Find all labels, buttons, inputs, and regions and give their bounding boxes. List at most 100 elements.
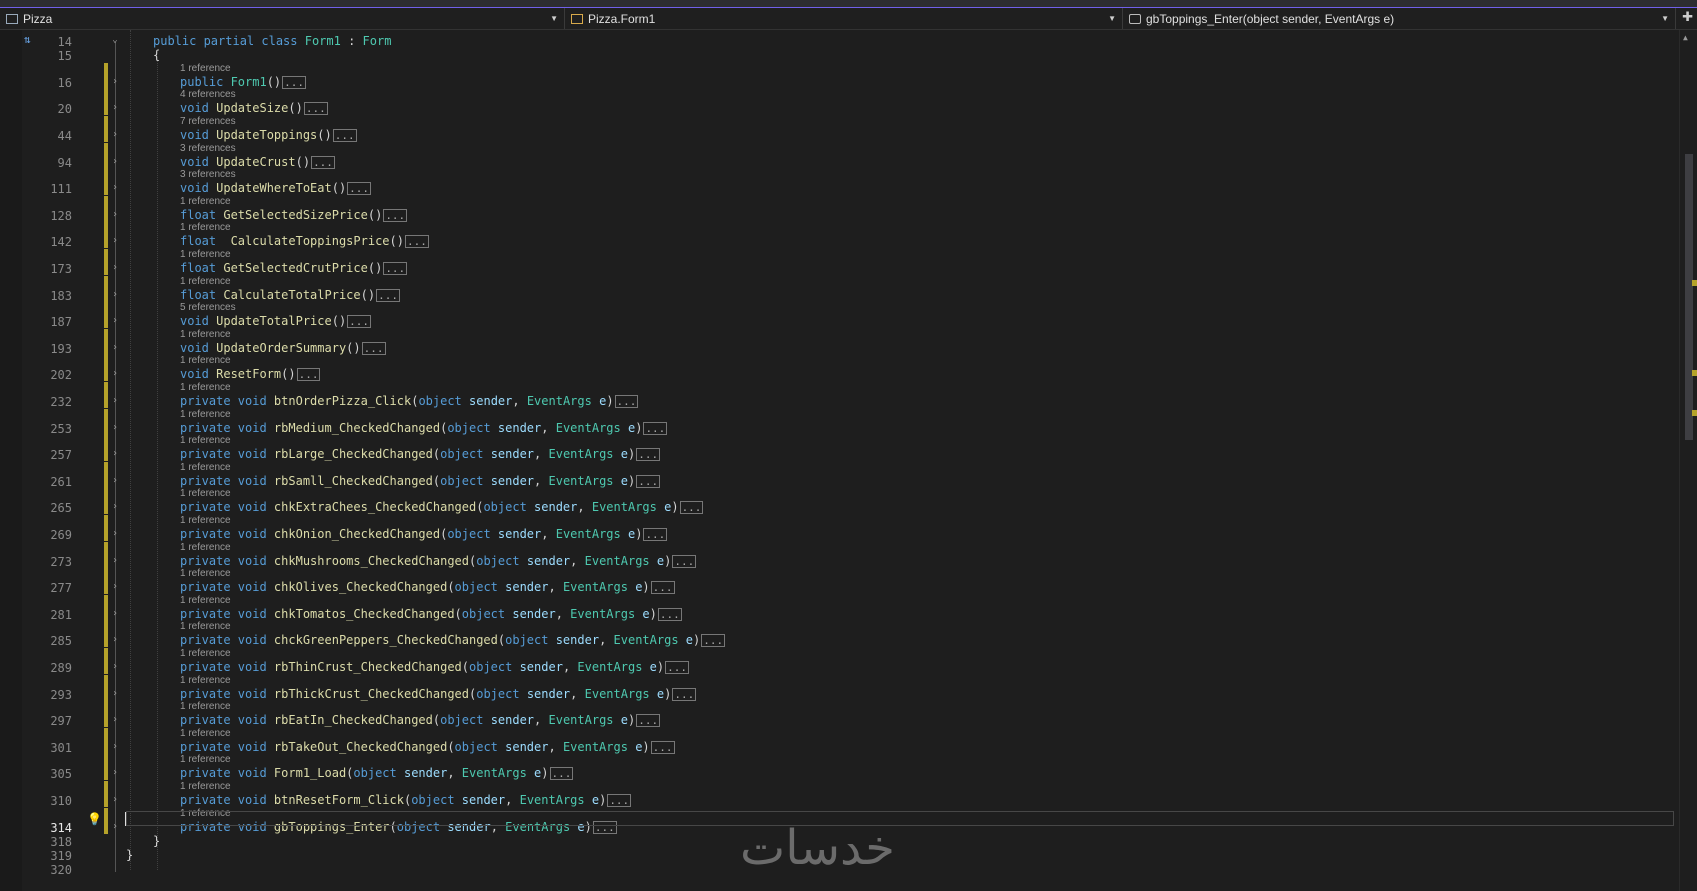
outline-collapsed-icon[interactable]: › (110, 661, 120, 672)
collapsed-region-marker[interactable]: ... (361, 341, 386, 355)
codelens-references[interactable]: 1 reference (180, 276, 231, 287)
code-line[interactable]: private void chkOnion_CheckedChanged(obj… (180, 526, 668, 542)
outline-collapsed-icon[interactable]: › (110, 422, 120, 433)
codelens-references[interactable]: 1 reference (180, 728, 231, 739)
codelens-references[interactable]: 1 reference (180, 63, 231, 74)
outline-collapsed-icon[interactable]: › (110, 262, 120, 273)
outline-collapsed-icon[interactable]: › (110, 235, 120, 246)
collapsed-region-marker[interactable]: ... (311, 155, 335, 169)
collapsed-region-marker[interactable]: ... (347, 182, 372, 196)
codelens-references[interactable]: 1 reference (180, 462, 231, 473)
codelens-references[interactable]: 1 reference (180, 409, 231, 420)
codelens-references[interactable]: 1 reference (180, 754, 231, 765)
codelens-references[interactable]: 3 references (180, 169, 236, 180)
outline-collapsed-icon[interactable]: › (110, 76, 120, 87)
code-line[interactable]: private void rbEatIn_CheckedChanged(obje… (180, 712, 661, 728)
codelens-references[interactable]: 1 reference (180, 648, 231, 659)
collapsed-region-marker[interactable]: ... (650, 581, 675, 595)
collapsed-region-marker[interactable]: ... (282, 75, 307, 89)
code-line[interactable]: void UpdateTotalPrice()... (180, 313, 372, 329)
codelens-references[interactable]: 1 reference (180, 435, 231, 446)
codelens-references[interactable]: 1 reference (180, 196, 231, 207)
outline-collapsed-icon[interactable]: › (110, 129, 120, 140)
codelens-references[interactable]: 1 reference (180, 621, 231, 632)
code-line[interactable]: private void rbTakeOut_CheckedChanged(ob… (180, 739, 675, 755)
outline-collapsed-icon[interactable]: › (110, 767, 120, 778)
outline-collapsed-icon[interactable]: › (110, 581, 120, 592)
outline-collapsed-icon[interactable]: › (110, 342, 120, 353)
scroll-up-icon[interactable]: ▲ (1683, 33, 1688, 42)
codelens-references[interactable]: 1 reference (180, 675, 231, 686)
scrollbar-thumb[interactable] (1685, 154, 1693, 440)
code-line[interactable]: private void chckGreenPeppers_CheckedCha… (180, 632, 726, 648)
outline-collapsed-icon[interactable]: › (110, 448, 120, 459)
code-line[interactable]: private void chkExtraChees_CheckedChange… (180, 499, 704, 515)
collapsed-region-marker[interactable]: ... (404, 235, 429, 249)
outline-collapsed-icon[interactable]: › (110, 555, 120, 566)
collapsed-region-marker[interactable]: ... (665, 661, 689, 674)
outline-collapsed-icon[interactable]: › (110, 182, 120, 193)
code-line[interactable]: } (126, 847, 133, 863)
code-line[interactable]: void UpdateWhereToEat()... (180, 180, 372, 196)
collapsed-region-marker[interactable]: ... (657, 607, 682, 621)
outline-collapsed-icon[interactable]: › (110, 156, 120, 167)
outline-collapsed-icon[interactable]: › (110, 209, 120, 220)
outline-collapsed-icon[interactable]: › (110, 395, 120, 406)
codelens-references[interactable]: 7 references (180, 116, 236, 127)
code-line[interactable]: } (153, 833, 160, 849)
codelens-references[interactable]: 1 reference (180, 701, 231, 712)
codelens-references[interactable]: 1 reference (180, 542, 231, 553)
lightbulb-icon[interactable]: 💡 (87, 812, 102, 826)
collapsed-region-marker[interactable]: ... (347, 315, 372, 329)
code-editor[interactable]: 14 ⌄ public partial class Form1 : Form 15 {1… (0, 30, 1680, 891)
collapsed-region-marker[interactable]: ... (672, 687, 697, 701)
collapsed-region-marker[interactable]: ... (614, 395, 639, 408)
codelens-references[interactable]: 1 reference (180, 568, 231, 579)
project-dropdown[interactable]: Pizza ▼ (0, 8, 565, 29)
outline-collapsed-icon[interactable]: › (110, 528, 120, 539)
codelens-references[interactable]: 1 reference (180, 222, 231, 233)
code-line[interactable]: float GetSelectedCrutPrice()... (180, 260, 408, 276)
collapsed-region-marker[interactable]: ... (643, 421, 668, 435)
outline-collapsed-icon[interactable]: › (110, 315, 120, 326)
code-line[interactable]: void ResetForm()... (180, 366, 321, 382)
code-line[interactable]: private void chkOlives_CheckedChanged(ob… (180, 579, 675, 595)
collapsed-region-marker[interactable]: ... (672, 554, 697, 568)
collapsed-region-marker[interactable]: ... (332, 129, 357, 142)
code-line[interactable]: private void rbThinCrust_CheckedChanged(… (180, 659, 689, 675)
code-line[interactable]: float GetSelectedSizePrice()... (180, 207, 408, 223)
outline-collapsed-icon[interactable]: › (110, 794, 120, 805)
code-line[interactable]: private void chkMushrooms_CheckedChanged… (180, 553, 697, 569)
collapsed-region-marker[interactable]: ... (636, 474, 661, 488)
outline-collapsed-icon[interactable]: › (110, 821, 120, 832)
code-line[interactable]: float CalculateToppingsPrice()... (180, 233, 429, 249)
outline-collapsed-icon[interactable]: › (110, 741, 120, 752)
collapsed-region-marker[interactable]: ... (303, 102, 328, 116)
type-dropdown[interactable]: Pizza.Form1 ▼ (565, 8, 1123, 29)
collapsed-region-marker[interactable]: ... (296, 368, 321, 382)
collapsed-region-marker[interactable]: ... (679, 501, 704, 515)
code-line[interactable]: private void btnResetForm_Click(object s… (180, 792, 632, 808)
collapsed-region-marker[interactable]: ... (607, 794, 632, 807)
code-line[interactable]: private void rbLarge_CheckedChanged(obje… (180, 446, 661, 462)
outline-collapsed-icon[interactable]: › (110, 608, 120, 619)
split-view-icon[interactable]: ✚ (1682, 9, 1693, 25)
outline-expanded-icon[interactable]: ⌄ (110, 35, 120, 45)
vertical-scrollbar[interactable]: ▲ (1679, 30, 1697, 891)
collapsed-region-marker[interactable]: ... (376, 288, 400, 302)
code-line[interactable]: public Form1()... (180, 74, 307, 90)
outline-collapsed-icon[interactable]: › (110, 501, 120, 512)
outline-collapsed-icon[interactable]: › (110, 289, 120, 300)
code-line[interactable]: private void chkTomatos_CheckedChanged(o… (180, 606, 682, 622)
codelens-references[interactable]: 1 reference (180, 488, 231, 499)
outline-collapsed-icon[interactable]: › (110, 102, 120, 113)
code-line[interactable]: private void rbThickCrust_CheckedChanged… (180, 686, 697, 702)
codelens-references[interactable]: 1 reference (180, 382, 231, 393)
code-line[interactable]: private void Form1_Load(object sender, E… (180, 765, 574, 781)
codelens-references[interactable]: 4 references (180, 89, 236, 100)
code-line[interactable]: void UpdateSize()... (180, 100, 328, 116)
code-line[interactable]: public partial class Form1 : Form (153, 33, 391, 49)
code-line[interactable]: void UpdateCrust()... (180, 154, 335, 170)
codelens-references[interactable]: 3 references (180, 143, 236, 154)
collapsed-region-marker[interactable]: ... (636, 714, 661, 728)
